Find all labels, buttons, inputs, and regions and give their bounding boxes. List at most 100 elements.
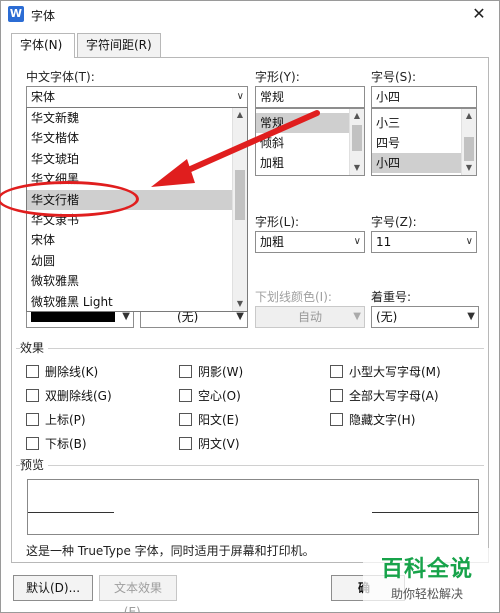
chevron-down-icon[interactable]: ▼ — [462, 161, 476, 175]
font-dialog: W 字体 ✕ 字体(N) 字符间距(R) 中文字体(T): 宋体 ∨ 字形(Y)… — [0, 0, 500, 613]
chevron-down-icon[interactable]: ▼ — [233, 297, 247, 311]
chinese-font-select[interactable]: 宋体 ∨ — [26, 86, 248, 108]
style-input[interactable]: 常规 — [255, 86, 365, 108]
scroll-thumb[interactable] — [464, 137, 474, 161]
emphasis-select[interactable]: (无) ▼ — [371, 306, 479, 328]
preview-divider — [16, 465, 484, 466]
checkbox-outline[interactable]: 空心(O) — [179, 387, 241, 404]
chevron-down-icon[interactable]: ∨ — [354, 232, 361, 252]
font-option[interactable]: 华文新魏 — [27, 108, 247, 128]
chevron-up-icon[interactable]: ▲ — [233, 108, 247, 122]
preview-line-right — [372, 512, 478, 513]
chevron-down-icon[interactable]: ∨ — [466, 232, 473, 252]
style-latin-label: 字形(L): — [255, 215, 300, 229]
style-latin-value: 加粗 — [260, 235, 285, 249]
font-option[interactable]: 幼圆 — [27, 251, 247, 271]
wps-app-icon: W — [8, 6, 24, 22]
color-swatch — [31, 312, 115, 322]
checkbox-box[interactable] — [330, 413, 343, 426]
checkbox-double-strikethrough[interactable]: 双删除线(G) — [26, 387, 112, 404]
style-label: 字形(Y): — [255, 70, 300, 84]
font-option[interactable]: 宋体 — [27, 230, 247, 250]
close-icon[interactable]: ✕ — [469, 4, 489, 24]
list-item[interactable]: 常规 — [256, 113, 364, 133]
scroll-thumb[interactable] — [352, 125, 362, 151]
title-bar: W 字体 ✕ — [1, 1, 499, 29]
checkbox-box[interactable] — [26, 365, 39, 378]
underline-color-select[interactable]: 自动 ▼ — [255, 306, 365, 328]
tab-character-spacing[interactable]: 字符间距(R) — [77, 33, 161, 57]
scrollbar[interactable]: ▲ ▼ — [461, 109, 476, 175]
checkbox-small-caps[interactable]: 小型大写字母(M) — [330, 363, 441, 380]
checkbox-label: 隐藏文字(H) — [349, 413, 416, 427]
chevron-down-icon[interactable]: ▼ — [350, 161, 364, 175]
checkbox-box[interactable] — [179, 365, 192, 378]
checkbox-label: 下标(B) — [45, 437, 87, 451]
checkbox-subscript[interactable]: 下标(B) — [26, 435, 87, 452]
watermark-sub-text: 助你轻松解决 — [390, 586, 463, 601]
size-latin-select[interactable]: 11 ∨ — [371, 231, 477, 253]
checkbox-box[interactable] — [179, 389, 192, 402]
checkbox-label: 阴文(V) — [198, 437, 240, 451]
dialog-title: 字体 — [31, 9, 56, 23]
checkbox-box[interactable] — [330, 365, 343, 378]
emphasis-value: (无) — [376, 310, 398, 324]
scroll-thumb[interactable] — [235, 170, 245, 220]
scrollbar[interactable]: ▲ ▼ — [349, 109, 364, 175]
list-item[interactable]: 倾斜 — [256, 133, 364, 153]
checkbox-superscript[interactable]: 上标(P) — [26, 411, 86, 428]
checkbox-label: 删除线(K) — [45, 365, 99, 379]
size-input[interactable]: 小四 — [371, 86, 477, 108]
chinese-font-label: 中文字体(T): — [26, 70, 95, 84]
size-list[interactable]: 小三 四号 小四 ▲ ▼ — [371, 108, 477, 176]
preview-area — [27, 479, 479, 535]
size-latin-label: 字号(Z): — [371, 215, 417, 229]
default-button[interactable]: 默认(D)... — [13, 575, 93, 601]
style-latin-select[interactable]: 加粗 ∨ — [255, 231, 365, 253]
checkbox-hidden[interactable]: 隐藏文字(H) — [330, 411, 415, 428]
watermark-main-text: 百科全说 — [380, 556, 473, 582]
checkbox-box[interactable] — [330, 389, 343, 402]
underline-style-value: (无) — [177, 310, 199, 324]
preview-line-left — [28, 512, 114, 513]
checkbox-label: 全部大写字母(A) — [349, 389, 439, 403]
style-list[interactable]: 常规 倾斜 加粗 ▲ ▼ — [255, 108, 365, 176]
size-label: 字号(S): — [371, 70, 417, 84]
chevron-down-icon[interactable]: ▼ — [467, 307, 475, 327]
checkbox-label: 上标(P) — [45, 413, 86, 427]
preview-description: 这是一种 TrueType 字体，同时适用于屏幕和打印机。 — [26, 544, 315, 558]
checkbox-label: 小型大写字母(M) — [349, 365, 441, 379]
checkbox-box[interactable] — [179, 437, 192, 450]
chevron-up-icon[interactable]: ▲ — [462, 109, 476, 123]
annotation-circle — [0, 181, 139, 217]
checkbox-emboss[interactable]: 阳文(E) — [179, 411, 239, 428]
chevron-down-icon[interactable]: ∨ — [237, 87, 244, 107]
tab-font[interactable]: 字体(N) — [11, 33, 75, 58]
checkbox-engrave[interactable]: 阴文(V) — [179, 435, 240, 452]
size-latin-value: 11 — [376, 235, 392, 249]
underline-color-value: 自动 — [297, 310, 322, 324]
checkbox-box[interactable] — [179, 413, 192, 426]
chevron-down-icon[interactable]: ▼ — [353, 307, 361, 327]
underline-color-label: 下划线颜色(I): — [255, 290, 332, 304]
checkbox-label: 空心(O) — [198, 389, 241, 403]
font-option[interactable]: 微软雅黑 — [27, 271, 247, 291]
list-item[interactable]: 加粗 — [256, 153, 364, 173]
checkbox-label: 阴影(W) — [198, 365, 244, 379]
chevron-up-icon[interactable]: ▲ — [350, 109, 364, 123]
checkbox-box[interactable] — [26, 437, 39, 450]
font-option[interactable]: 华文琥珀 — [27, 149, 247, 169]
effects-title: 效果 — [20, 339, 49, 356]
font-option[interactable]: 微软雅黑 Light — [27, 292, 247, 312]
checkbox-all-caps[interactable]: 全部大写字母(A) — [330, 387, 439, 404]
chinese-font-value: 宋体 — [31, 90, 56, 104]
scrollbar[interactable]: ▲ ▼ — [232, 108, 247, 311]
checkbox-shadow[interactable]: 阴影(W) — [179, 363, 243, 380]
font-option[interactable]: 华文楷体 — [27, 128, 247, 148]
checkbox-box[interactable] — [26, 389, 39, 402]
checkbox-box[interactable] — [26, 413, 39, 426]
checkbox-label: 阳文(E) — [198, 413, 239, 427]
preview-title: 预览 — [20, 456, 49, 473]
checkbox-strikethrough[interactable]: 删除线(K) — [26, 363, 98, 380]
text-effects-button[interactable]: 文本效果(E)... — [99, 575, 177, 613]
